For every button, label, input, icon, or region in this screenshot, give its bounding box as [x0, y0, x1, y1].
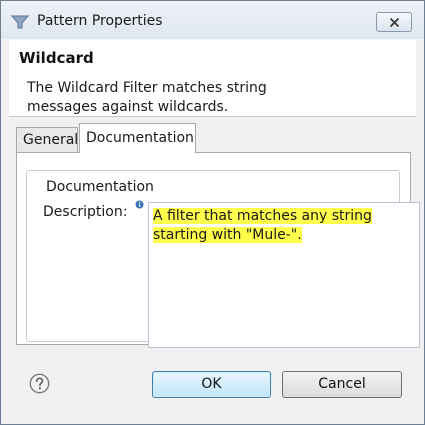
description-value: A filter that matches any string startin…: [153, 208, 372, 243]
header-banner: Wildcard The Wildcard Filter matches str…: [9, 40, 416, 117]
documentation-group: Documentation Description: A filter that…: [26, 170, 420, 348]
banner-title: Wildcard: [19, 49, 94, 67]
description-field[interactable]: A filter that matches any string startin…: [148, 202, 420, 348]
tab-general[interactable]: General: [16, 127, 78, 153]
banner-description: The Wildcard Filter matches string messa…: [27, 80, 267, 115]
window-title: Pattern Properties: [37, 13, 163, 29]
info-icon: [135, 200, 144, 209]
pattern-icon: [11, 15, 29, 29]
close-button[interactable]: [376, 12, 412, 32]
documentation-panel: Documentation Description: A filter that…: [16, 152, 420, 348]
help-icon[interactable]: [29, 373, 50, 394]
title-bar: Pattern Properties: [1, 1, 424, 39]
tab-documentation[interactable]: Documentation: [79, 123, 196, 153]
group-label: Documentation: [43, 179, 157, 195]
pattern-properties-dialog: Pattern Properties Wildcard The Wildcard…: [0, 0, 425, 425]
description-label: Description:: [43, 204, 128, 220]
ok-button[interactable]: OK: [152, 371, 271, 398]
close-icon: [389, 17, 399, 27]
cancel-button[interactable]: Cancel: [282, 371, 402, 398]
